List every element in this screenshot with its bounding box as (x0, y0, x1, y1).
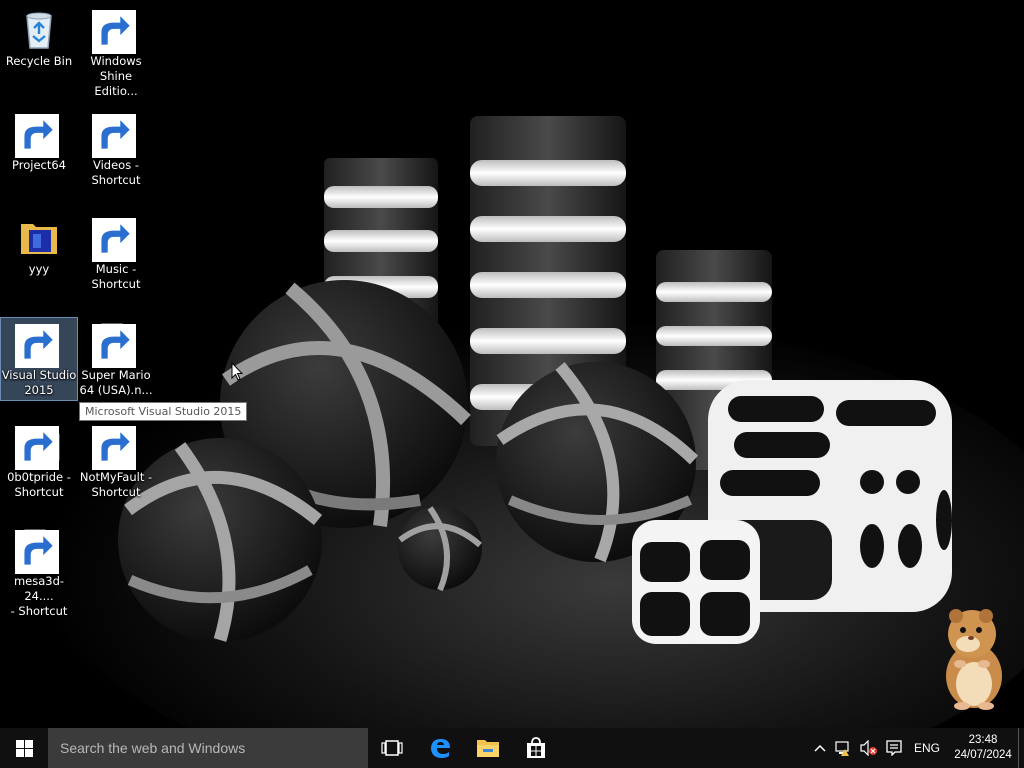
desktop-icon-label: Windows Shine Editio... (90, 54, 142, 98)
shortcut-arrow-icon (92, 114, 136, 158)
desktop-icon-label: mesa3d-24.... - Shortcut (10, 574, 68, 618)
desktop-icon-visual-studio[interactable]: Visual Studio 2015 (0, 317, 78, 401)
task-view-button[interactable] (368, 728, 416, 768)
volume-button[interactable] (856, 728, 882, 768)
recycle-bin-icon (26, 12, 52, 49)
desktop-icon-super-mario-64[interactable]: Super Mario 64 (USA).n... (78, 318, 154, 400)
shortcut-arrow-icon (92, 324, 136, 368)
clock[interactable]: 23:48 24/07/2024 (948, 728, 1018, 768)
desktop-icon-label: NotMyFault - Shortcut (79, 470, 153, 499)
show-hidden-icons-button[interactable] (810, 728, 830, 768)
clock-time: 23:48 (968, 734, 998, 746)
desktop-icon-windows-shine[interactable]: Windows Shine Editio... (78, 4, 154, 98)
search-placeholder: Search the web and Windows (60, 740, 246, 756)
action-center-button[interactable] (882, 728, 906, 768)
desktop-icon-recycle-bin[interactable]: Recycle Bin (1, 4, 77, 86)
shortcut-arrow-icon (92, 10, 136, 54)
desktop-icon-music-shortcut[interactable]: Music - Shortcut (78, 212, 154, 294)
search-box[interactable]: Search the web and Windows (48, 728, 368, 768)
folder-icon (21, 224, 57, 254)
desktop-icon-project64[interactable]: 64 Project64 (1, 108, 77, 190)
desktop-icon-label: Recycle Bin (5, 54, 73, 68)
windows-logo-icon (15, 739, 33, 757)
chevron-up-icon (814, 744, 826, 752)
desktop-icon-0b0tpride[interactable]: 0b0tpride - Shortcut (1, 420, 77, 502)
desktop-icon-label: Project64 (12, 158, 66, 172)
desktop-icon-label: Videos - Shortcut (91, 158, 141, 187)
tooltip: Microsoft Visual Studio 2015 (79, 402, 248, 421)
file-explorer-button[interactable] (464, 728, 512, 768)
store-button[interactable] (512, 728, 560, 768)
shortcut-arrow-icon (15, 114, 59, 158)
shortcut-arrow-icon (15, 530, 59, 574)
edge-icon (431, 739, 450, 758)
clock-date: 24/07/2024 (954, 749, 1012, 761)
shortcut-arrow-icon (92, 218, 136, 262)
desktop-icon-notmyfault[interactable]: NotMyFault - Shortcut (78, 420, 154, 502)
desktop-icon-label: Super Mario 64 (USA).n... (79, 368, 153, 397)
network-warning-icon (835, 741, 849, 756)
desktop-icon-label: yyy (28, 262, 50, 276)
store-icon (527, 737, 545, 758)
file-explorer-icon (477, 740, 499, 757)
start-button[interactable] (0, 728, 48, 768)
task-view-icon (381, 740, 403, 756)
desktop-icon-label: Music - Shortcut (91, 262, 141, 291)
network-button[interactable] (830, 728, 856, 768)
desktop-icon-label: 0b0tpride - Shortcut (7, 470, 71, 499)
desktop-icon-videos-shortcut[interactable]: Videos - Shortcut (78, 108, 154, 190)
taskbar: Search the web and Windows ENG 23:48 24/… (0, 728, 1024, 768)
edge-button[interactable] (416, 728, 464, 768)
show-desktop-button[interactable] (1018, 728, 1024, 768)
input-language-button[interactable]: ENG (906, 741, 948, 755)
shortcut-arrow-icon (15, 426, 59, 470)
notification-icon (886, 740, 902, 756)
hamster-pet-icon (946, 609, 1002, 710)
volume-muted-icon (860, 740, 877, 756)
desktop-icon-yyy[interactable]: yyy (1, 212, 77, 294)
desktop-icon-mesa3d[interactable]: mesa3d-24.... - Shortcut (1, 524, 77, 618)
shortcut-arrow-icon (92, 426, 136, 470)
shortcut-arrow-icon (15, 324, 59, 368)
mouse-cursor-icon (231, 362, 244, 381)
desktop-icon-label: Visual Studio 2015 (1, 368, 77, 397)
